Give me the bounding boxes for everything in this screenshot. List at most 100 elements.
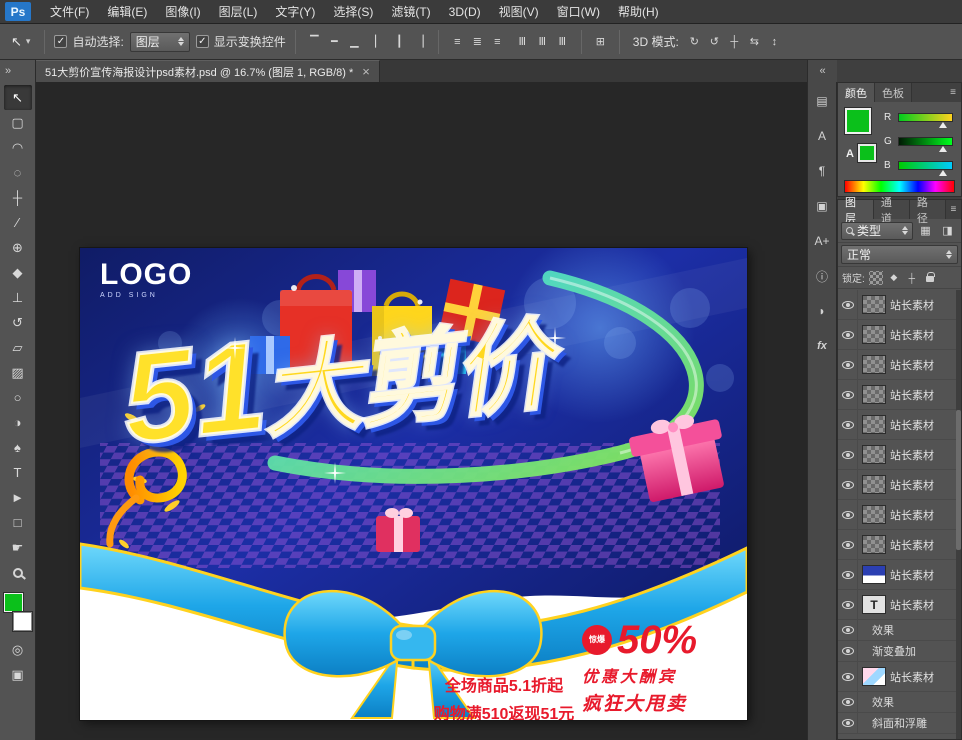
distribute-bottom-edges-icon[interactable]: ≡ bbox=[488, 32, 507, 51]
visibility-toggle[interactable] bbox=[838, 440, 858, 469]
character-styles-panel-icon[interactable]: A+ bbox=[811, 230, 833, 252]
eyedropper-tool[interactable]: ∕ bbox=[4, 210, 32, 235]
visibility-toggle[interactable] bbox=[838, 713, 858, 733]
layer-thumbnail[interactable] bbox=[862, 535, 886, 554]
screen-mode-button[interactable]: ▣ bbox=[4, 662, 32, 687]
rectangular-marquee-tool[interactable]: ▢ bbox=[4, 110, 32, 135]
layer-row[interactable]: 站长素材 bbox=[838, 440, 956, 470]
pen-tool[interactable]: ♠ bbox=[4, 435, 32, 460]
layer-row[interactable]: 站长素材 bbox=[838, 500, 956, 530]
type-tool[interactable]: T bbox=[4, 460, 32, 485]
layer-row[interactable]: 站长素材 bbox=[838, 320, 956, 350]
layer-thumbnail[interactable] bbox=[862, 565, 886, 584]
visibility-toggle[interactable] bbox=[838, 662, 858, 691]
visibility-toggle[interactable] bbox=[838, 641, 858, 661]
slider-marker[interactable] bbox=[939, 122, 947, 128]
history-brush-tool[interactable]: ↺ bbox=[4, 310, 32, 335]
layer-thumbnail[interactable] bbox=[862, 505, 886, 524]
blur-tool[interactable]: ○ bbox=[4, 385, 32, 410]
auto-select-target-dropdown[interactable]: 图层 bbox=[130, 32, 190, 52]
clone-stamp-tool[interactable]: ⊥ bbox=[4, 285, 32, 310]
3d-pan-icon[interactable]: ┼ bbox=[725, 32, 744, 51]
rectangle-tool[interactable]: □ bbox=[4, 510, 32, 535]
lock-transparency-icon[interactable] bbox=[869, 271, 883, 285]
visibility-toggle[interactable] bbox=[838, 470, 858, 499]
slider-marker[interactable] bbox=[939, 170, 947, 176]
visibility-toggle[interactable] bbox=[838, 320, 858, 349]
eraser-tool[interactable]: ▱ bbox=[4, 335, 32, 360]
menu-edit[interactable]: 编辑(E) bbox=[98, 0, 156, 23]
layer-effect-row[interactable]: 效果 bbox=[838, 620, 956, 641]
quick-selection-tool[interactable]: ◌ bbox=[4, 160, 32, 185]
visibility-toggle[interactable] bbox=[838, 410, 858, 439]
quick-mask-button[interactable]: ◎ bbox=[4, 637, 32, 662]
layer-row[interactable]: 站长素材 bbox=[838, 380, 956, 410]
align-horizontal-centers-icon[interactable]: ┃ bbox=[390, 32, 409, 51]
zoom-tool[interactable] bbox=[4, 560, 32, 585]
layer-row[interactable]: 站长素材 bbox=[838, 560, 956, 590]
3d-slide-icon[interactable]: ⇆ bbox=[745, 32, 764, 51]
tab-channels[interactable]: 通道 bbox=[874, 200, 910, 219]
scrollbar-thumb[interactable] bbox=[956, 410, 961, 550]
auto-select-checkbox[interactable]: ✓ 自动选择: bbox=[54, 33, 123, 50]
background-color-swatch[interactable] bbox=[858, 144, 876, 162]
spot-healing-brush-tool[interactable]: ⊕ bbox=[4, 235, 32, 260]
info-panel-icon[interactable]: ⓘ bbox=[811, 265, 833, 287]
foreground-color-swatch[interactable] bbox=[4, 593, 23, 612]
distribute-top-edges-icon[interactable]: ≡ bbox=[448, 32, 467, 51]
layer-effect-row[interactable]: 效果 bbox=[838, 692, 956, 713]
lasso-tool[interactable]: ◠ bbox=[4, 135, 32, 160]
3d-scale-icon[interactable]: ↕ bbox=[765, 32, 784, 51]
lock-pixels-icon[interactable]: ◆ bbox=[887, 271, 901, 285]
lock-all-icon[interactable] bbox=[923, 271, 937, 285]
layer-row[interactable]: 站长素材 bbox=[838, 530, 956, 560]
foreground-color-swatch[interactable] bbox=[845, 108, 871, 134]
visibility-toggle[interactable] bbox=[838, 560, 858, 589]
layer-comps-panel-icon[interactable]: ▣ bbox=[811, 195, 833, 217]
auto-align-layers-icon[interactable]: ⊞ bbox=[591, 32, 610, 51]
distribute-vertical-centers-icon[interactable]: ≣ bbox=[468, 32, 487, 51]
layer-thumbnail[interactable] bbox=[862, 445, 886, 464]
hand-tool[interactable]: ☛ bbox=[4, 535, 32, 560]
layers-scrollbar[interactable] bbox=[956, 290, 961, 739]
tool-preset-picker[interactable]: ↖ ▾ bbox=[6, 32, 35, 52]
align-top-edges-icon[interactable]: ▔ bbox=[305, 32, 324, 51]
document-canvas[interactable]: LOGO ADD SIGN 51 大剪价 全场商品5.1折起 购物满510返现5… bbox=[36, 82, 807, 740]
color-spectrum-ramp[interactable] bbox=[844, 180, 955, 193]
green-slider[interactable] bbox=[898, 137, 953, 146]
layer-effect-row[interactable]: 渐变叠加 bbox=[838, 641, 956, 662]
visibility-toggle[interactable] bbox=[838, 620, 858, 640]
tab-paths[interactable]: 路径 bbox=[910, 200, 946, 219]
tab-color[interactable]: 颜色 bbox=[838, 83, 875, 102]
tab-layers[interactable]: 图层 bbox=[838, 200, 874, 219]
panel-menu-icon[interactable]: ≡ bbox=[946, 200, 961, 219]
visibility-toggle[interactable] bbox=[838, 380, 858, 409]
distribute-left-edges-icon[interactable]: Ⅲ bbox=[513, 32, 532, 51]
menu-select[interactable]: 选择(S) bbox=[324, 0, 382, 23]
layer-row[interactable]: 站长素材 bbox=[838, 290, 956, 320]
paragraph-panel-icon[interactable]: ¶ bbox=[811, 160, 833, 182]
align-right-edges-icon[interactable]: ▕ bbox=[410, 32, 429, 51]
layer-thumbnail[interactable] bbox=[862, 475, 886, 494]
crop-tool[interactable]: ┼ bbox=[4, 185, 32, 210]
move-tool[interactable]: ↖ bbox=[4, 85, 32, 110]
blue-slider[interactable] bbox=[898, 161, 953, 170]
text-layer-thumbnail[interactable]: T bbox=[862, 595, 886, 614]
visibility-toggle[interactable] bbox=[838, 692, 858, 712]
show-transform-checkbox[interactable]: ✓ 显示变换控件 bbox=[196, 33, 286, 50]
filter-pixel-layers-icon[interactable]: ▦ bbox=[916, 221, 935, 240]
align-left-edges-icon[interactable]: ▏ bbox=[370, 32, 389, 51]
path-selection-tool[interactable]: ► bbox=[4, 485, 32, 510]
3d-roll-icon[interactable]: ↺ bbox=[705, 32, 724, 51]
styles-panel-icon[interactable]: fx bbox=[811, 335, 833, 357]
properties-panel-icon[interactable]: ▤ bbox=[811, 90, 833, 112]
menu-window[interactable]: 窗口(W) bbox=[548, 0, 609, 23]
lock-position-icon[interactable]: ┼ bbox=[905, 271, 919, 285]
layer-row[interactable]: T 站长素材 bbox=[838, 590, 956, 620]
menu-type[interactable]: 文字(Y) bbox=[266, 0, 324, 23]
menu-file[interactable]: 文件(F) bbox=[41, 0, 98, 23]
menu-layer[interactable]: 图层(L) bbox=[210, 0, 267, 23]
document-tab[interactable]: 51大剪价宣传海报设计psd素材.psd @ 16.7% (图层 1, RGB/… bbox=[36, 60, 380, 82]
tab-swatches[interactable]: 色板 bbox=[875, 83, 912, 102]
layer-row[interactable]: 站长素材 bbox=[838, 662, 956, 692]
